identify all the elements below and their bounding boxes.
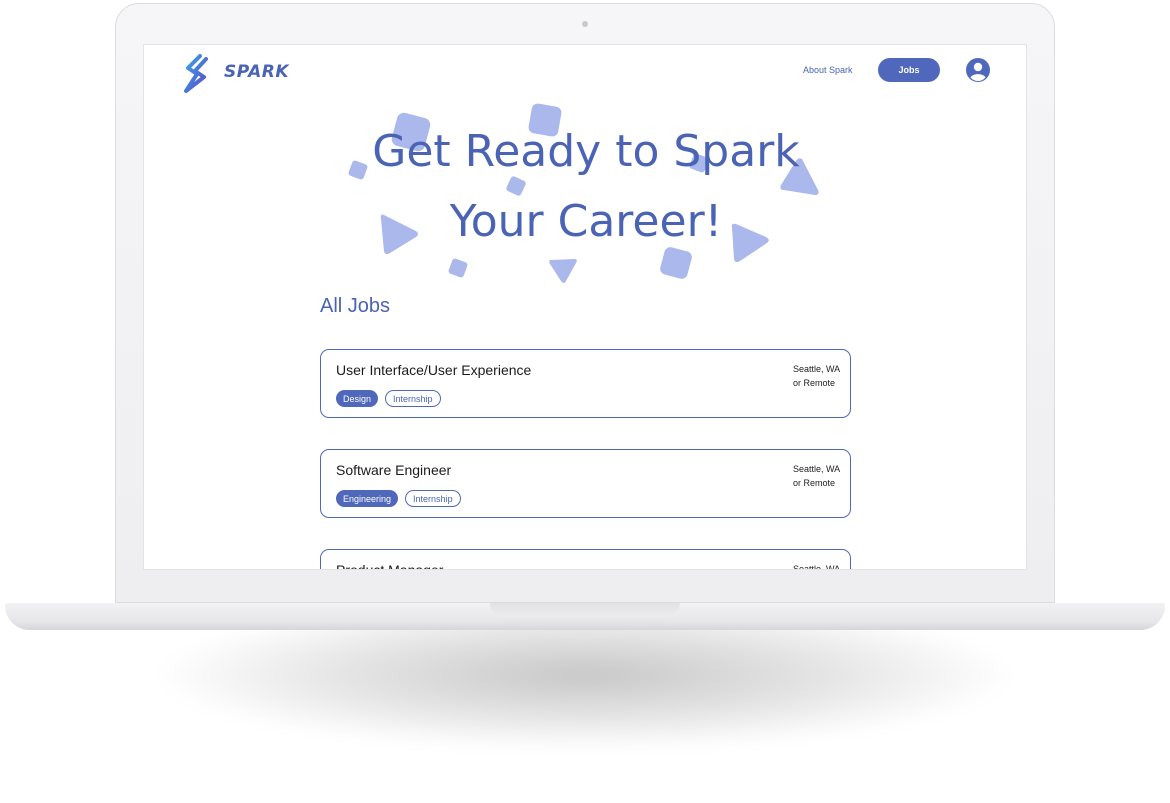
job-location: Seattle, WA bbox=[793, 562, 849, 570]
job-location: Seattle, WA or Remote bbox=[793, 362, 849, 390]
user-circle-icon[interactable] bbox=[966, 58, 990, 82]
nav-about-link[interactable]: About Spark bbox=[803, 65, 853, 75]
job-title[interactable]: Software Engineer bbox=[336, 462, 451, 478]
decor-shape bbox=[447, 257, 469, 279]
job-tags: Engineering Internship bbox=[336, 490, 461, 507]
tag-internship[interactable]: Internship bbox=[405, 490, 461, 507]
brand-name[interactable]: SPARK bbox=[224, 62, 289, 82]
job-location-line: Seattle, WA bbox=[793, 564, 841, 570]
hero-line-2: Your Career! bbox=[449, 196, 723, 247]
laptop-notch bbox=[490, 603, 680, 617]
tag-engineering[interactable]: Engineering bbox=[336, 490, 399, 507]
nav-jobs-button[interactable]: Jobs bbox=[878, 58, 940, 82]
job-location-line: or Remote bbox=[793, 378, 836, 388]
spark-logo-icon[interactable] bbox=[180, 53, 210, 95]
tag-internship[interactable]: Internship bbox=[385, 390, 441, 407]
job-location-line: Seattle, WA bbox=[793, 364, 841, 374]
decor-triangle bbox=[549, 259, 577, 283]
hero-line-1: Get Ready to Spark bbox=[372, 126, 800, 177]
job-location-line: or Remote bbox=[793, 478, 836, 488]
job-title[interactable]: User Interface/User Experience bbox=[336, 362, 531, 378]
section-title: All Jobs bbox=[320, 295, 391, 317]
app-screen: SPARK About Spark Jobs Get Ready to Spar… bbox=[143, 44, 1027, 570]
job-location: Seattle, WA or Remote bbox=[793, 462, 849, 490]
job-title[interactable]: Product Manager bbox=[336, 562, 443, 569]
camera-icon bbox=[582, 21, 588, 27]
job-card[interactable]: User Interface/User Experience Seattle, … bbox=[320, 349, 851, 418]
hero-title: Get Ready to Spark Your Career! bbox=[294, 117, 878, 257]
job-card[interactable]: Product Manager Seattle, WA bbox=[320, 549, 851, 570]
tag-design[interactable]: Design bbox=[336, 390, 379, 407]
job-card[interactable]: Software Engineer Seattle, WA or Remote … bbox=[320, 449, 851, 518]
job-tags: Design Internship bbox=[336, 390, 441, 407]
job-location-line: Seattle, WA bbox=[793, 464, 841, 474]
